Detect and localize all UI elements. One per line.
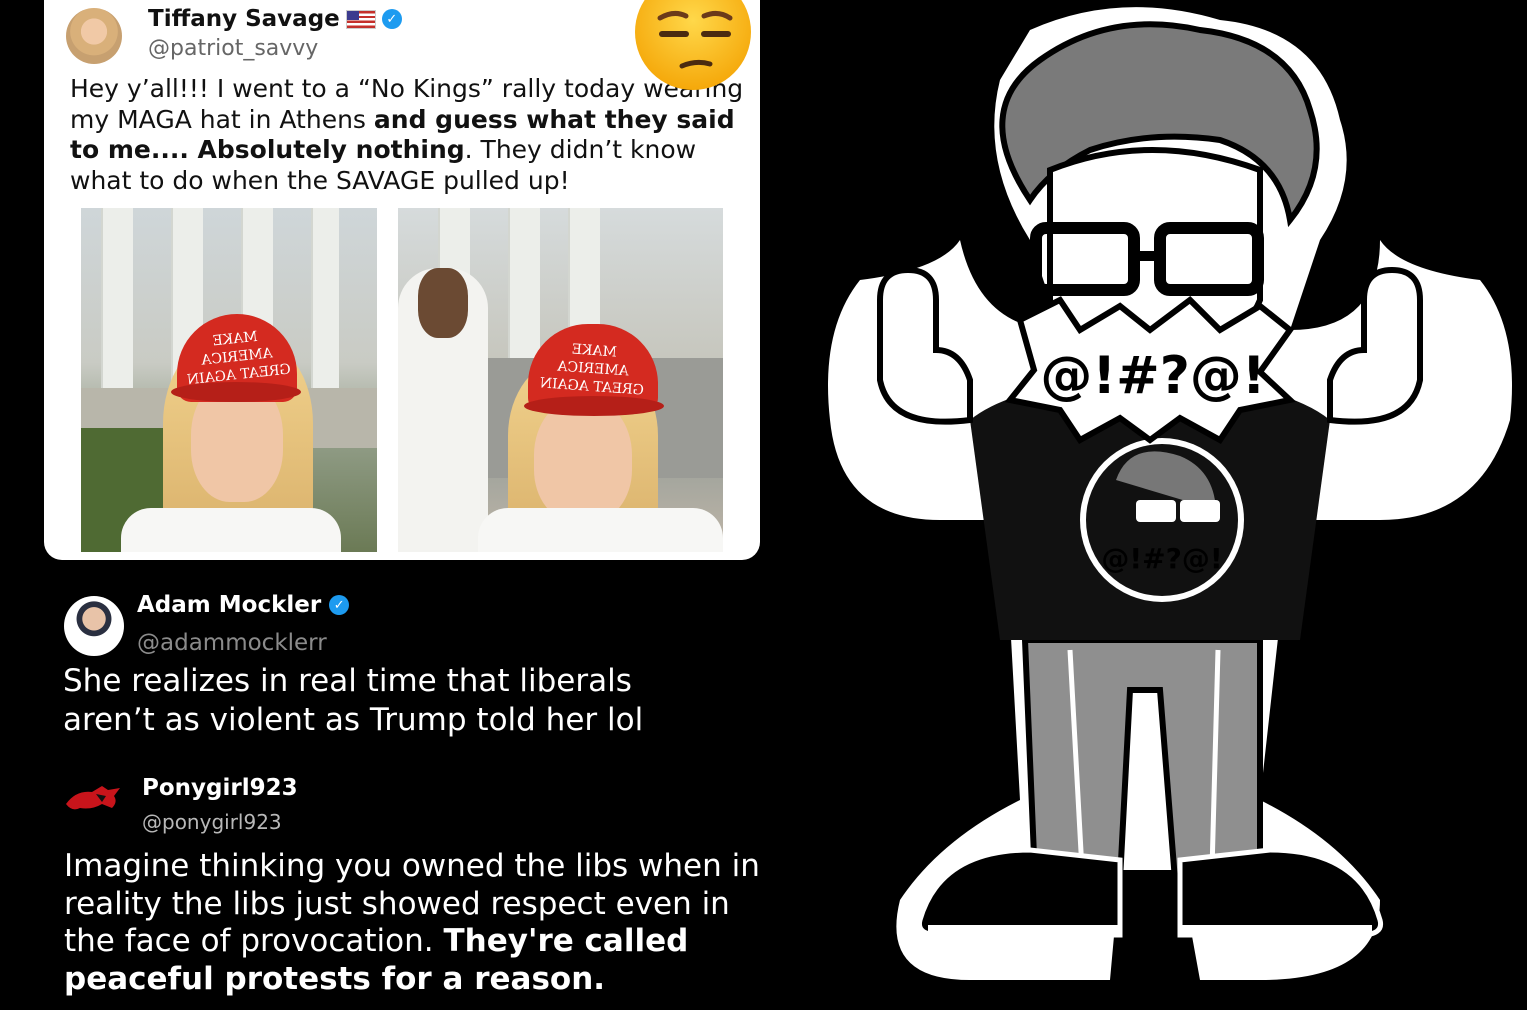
tweet-photo[interactable]: MAKE AMERICA GREAT AGAIN <box>398 208 723 552</box>
author-name[interactable]: Tiffany Savage <box>148 6 340 32</box>
author-name[interactable]: Ponygirl923 <box>142 775 298 801</box>
reply-text: She realizes in real time that liberals … <box>63 663 644 738</box>
us-flag-icon <box>345 9 376 29</box>
verified-badge-icon: ✓ <box>381 9 402 29</box>
avatar[interactable] <box>66 8 122 64</box>
author-name[interactable]: Adam Mockler <box>137 592 321 618</box>
tweet-photo[interactable]: MAKE AMERICA GREAT AGAIN <box>81 208 377 552</box>
tweet-text: Hey y’all!!! I went to a “No Kings” rall… <box>70 74 750 196</box>
author-row: Tiffany Savage ✓ <box>148 6 402 32</box>
verified-badge-icon: ✓ <box>329 595 350 615</box>
cartoon-mascot-illustration: @!#?@! @!#?@! <box>828 7 1512 980</box>
mustang-logo-icon[interactable] <box>62 780 124 820</box>
speech-symbols-text: @!#?@! <box>1040 346 1265 406</box>
unamused-face-emoji <box>635 0 751 90</box>
avatar[interactable] <box>64 596 124 656</box>
author-handle[interactable]: @patriot_savvy <box>148 36 318 61</box>
author-handle[interactable]: @adammocklerr <box>137 630 327 656</box>
author-handle[interactable]: @ponygirl923 <box>142 810 282 834</box>
author-row: Adam Mockler ✓ <box>137 592 350 618</box>
shirt-symbols-text: @!#?@! <box>1101 542 1222 575</box>
reply-text: Imagine thinking you owned the libs when… <box>64 848 764 998</box>
